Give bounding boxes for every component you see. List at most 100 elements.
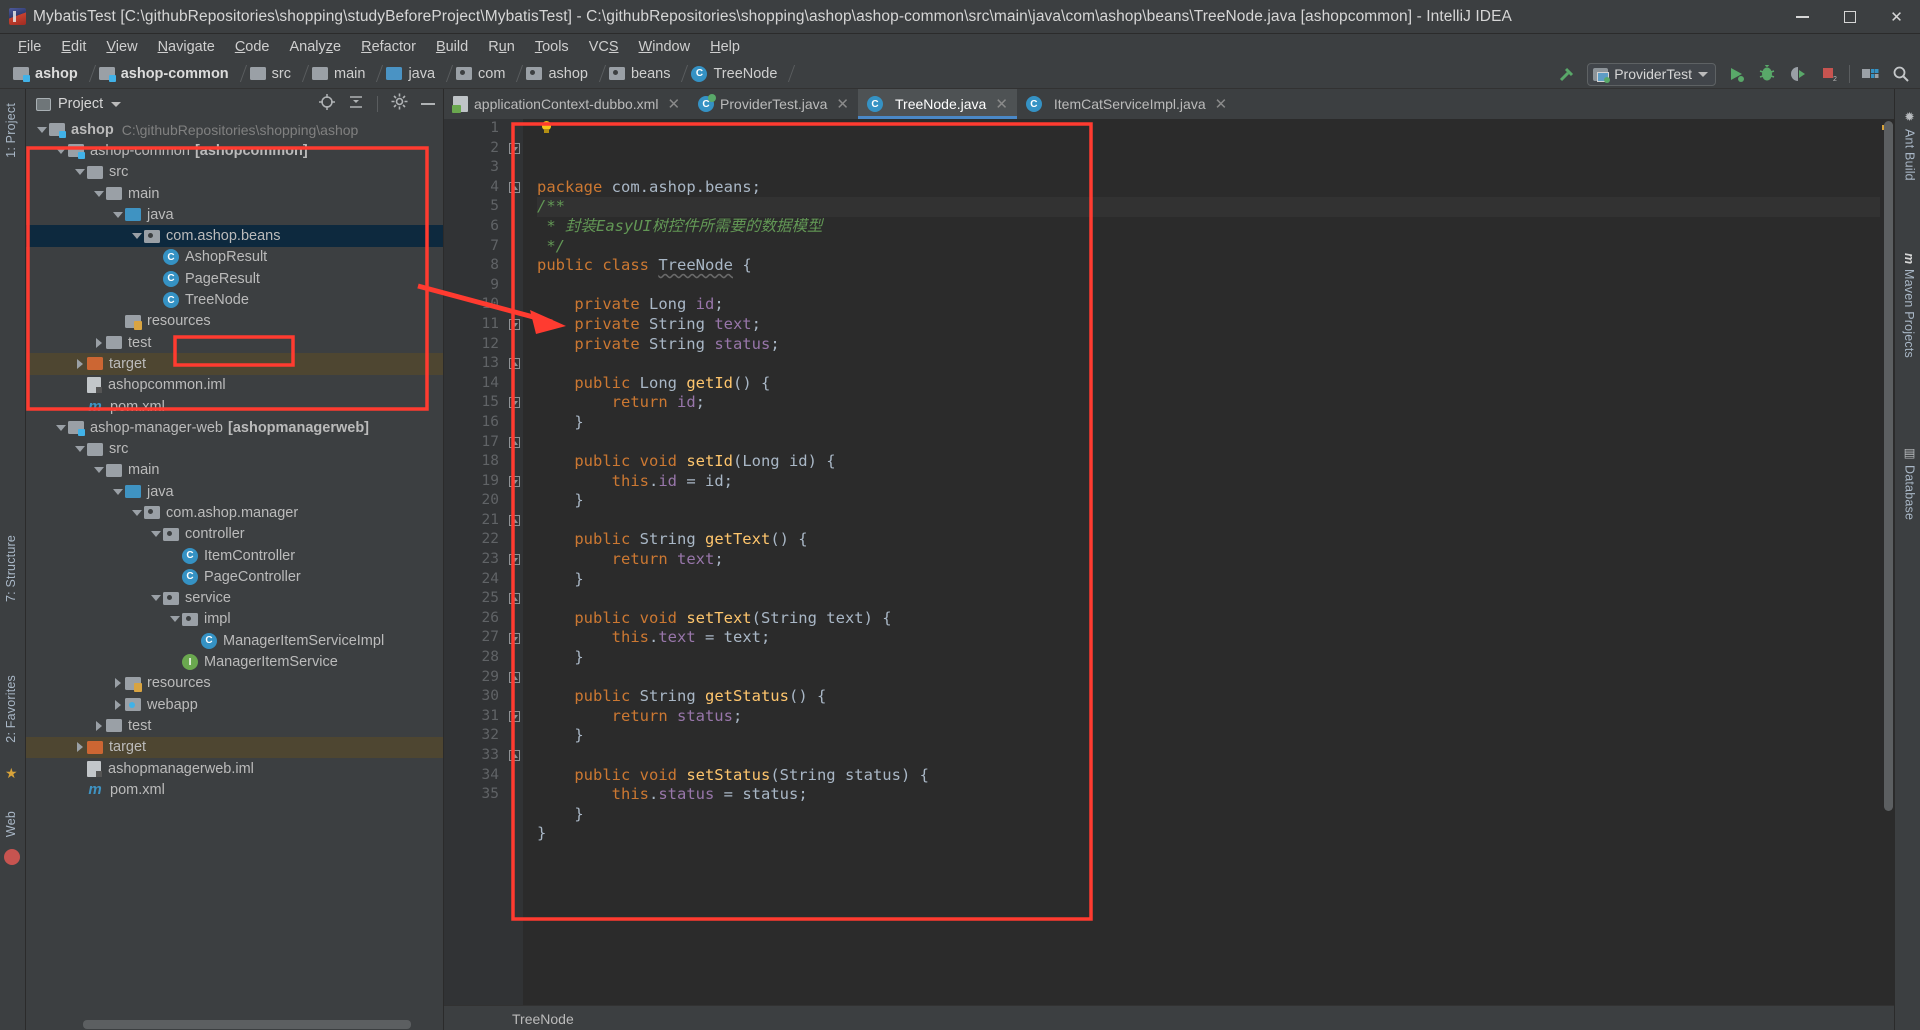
menu-item-navigate[interactable]: Navigate [148, 37, 225, 57]
code-line[interactable]: } [537, 824, 1880, 844]
code-line[interactable]: public String getText() { [537, 530, 1880, 550]
run-with-coverage-icon[interactable] [1787, 63, 1809, 85]
minimize-button[interactable] [1779, 0, 1826, 34]
fold-marker-up[interactable] [509, 671, 520, 683]
run-configuration-selector[interactable]: ProviderTest [1587, 62, 1716, 86]
tree-item-pom-xml[interactable]: m pom.xml [26, 779, 443, 800]
fold-marker-down[interactable] [509, 475, 520, 487]
tree-item-resources[interactable]: resources [26, 673, 443, 694]
fold-marker-down[interactable] [509, 554, 520, 566]
tree-item-service[interactable]: service [26, 588, 443, 609]
code-line[interactable]: package com.ashop.beans; [537, 178, 1880, 198]
search-everywhere-icon[interactable] [1890, 63, 1912, 85]
tree-item-java[interactable]: java [26, 204, 443, 225]
fold-marker-down[interactable] [509, 142, 520, 154]
code-line[interactable]: /** [537, 197, 1880, 217]
breadcrumb-item-main[interactable]: main [305, 62, 370, 86]
tree-item-target[interactable]: target [26, 736, 443, 758]
fold-marker-up[interactable] [509, 358, 520, 370]
chevron-right-icon[interactable] [110, 676, 125, 691]
close-icon[interactable]: ✕ [995, 95, 1008, 113]
tree-item-target[interactable]: target [26, 353, 443, 375]
close-icon[interactable]: ✕ [1215, 95, 1228, 113]
chevron-right-icon[interactable] [91, 335, 106, 350]
tree-item-com-ashop-manager[interactable]: com.ashop.manager [26, 502, 443, 523]
close-icon[interactable]: ✕ [667, 95, 680, 113]
code-line[interactable] [537, 844, 1880, 864]
code-line[interactable]: public void setText(String text) { [537, 609, 1880, 629]
chevron-down-icon[interactable] [111, 101, 122, 107]
project-tree[interactable]: ashop C:\githubRepositories\shopping\asho… [26, 119, 443, 996]
project-tree-horizontal-scrollbar[interactable] [83, 1020, 411, 1029]
fold-marker-down[interactable] [509, 319, 520, 330]
code-line[interactable]: this.status = status; [537, 785, 1880, 805]
intention-bulb-icon[interactable] [540, 121, 553, 135]
source-code[interactable]: package com.ashop.beans;/** * 封装EasyUI树控… [523, 119, 1880, 1005]
tree-item-resources[interactable]: resources [26, 311, 443, 332]
tool-tab-web[interactable]: Web [0, 805, 23, 843]
error-stripe-gutter[interactable] [1880, 119, 1894, 1005]
code-line[interactable]: } [537, 805, 1880, 825]
menu-item-analyze[interactable]: Analyze [280, 37, 352, 57]
code-line[interactable]: private String status; [537, 335, 1880, 355]
chevron-down-icon[interactable] [167, 612, 182, 627]
tree-item-test[interactable]: test [26, 715, 443, 736]
breadcrumb-item-src[interactable]: src [243, 62, 296, 86]
gear-icon[interactable] [391, 93, 408, 115]
tree-item-controller[interactable]: controller [26, 524, 443, 545]
code-line[interactable]: } [537, 570, 1880, 590]
menu-item-help[interactable]: Help [700, 37, 750, 57]
chevron-down-icon[interactable] [91, 186, 106, 201]
tree-item-ashopresult[interactable]: C AshopResult [26, 247, 443, 268]
hammer-build-icon[interactable] [1556, 63, 1578, 85]
code-line[interactable] [537, 354, 1880, 374]
code-line[interactable]: } [537, 726, 1880, 746]
tree-item-java[interactable]: java [26, 481, 443, 502]
editor-tab-providertest-java[interactable]: C ProviderTest.java ✕ [689, 89, 858, 119]
editor-tab-treenode-java[interactable]: C TreeNode.java ✕ [858, 89, 1017, 119]
tree-item-ashop-common[interactable]: ashop-common [ashopcommon] [26, 140, 443, 161]
tree-item-main[interactable]: main [26, 460, 443, 481]
tool-tab-project[interactable]: 1: Project [0, 97, 23, 164]
tree-item-ashopmanagerweb-iml[interactable]: ashopmanagerweb.iml [26, 758, 443, 779]
code-line[interactable]: public Long getId() { [537, 374, 1880, 394]
code-line[interactable] [537, 668, 1880, 688]
maximize-button[interactable] [1826, 0, 1873, 34]
code-line[interactable]: } [537, 413, 1880, 433]
tree-item-main[interactable]: main [26, 183, 443, 204]
chevron-down-icon[interactable] [110, 484, 125, 499]
collapse-all-icon[interactable] [348, 94, 364, 115]
code-line[interactable]: return text; [537, 550, 1880, 570]
menu-item-build[interactable]: Build [426, 37, 478, 57]
chevron-right-icon[interactable] [72, 740, 87, 755]
code-line[interactable]: private String text; [537, 315, 1880, 335]
tool-tab-ant-build[interactable]: ✹ Ant Build [1897, 103, 1920, 187]
tree-item-itemcontroller[interactable]: C ItemController [26, 545, 443, 566]
code-line[interactable] [537, 433, 1880, 453]
tree-item-test[interactable]: test [26, 332, 443, 353]
fold-marker-down[interactable] [509, 397, 520, 409]
code-line[interactable]: } [537, 648, 1880, 668]
breadcrumb-item-ashop[interactable]: ashop [519, 62, 593, 86]
code-line[interactable]: } [537, 491, 1880, 511]
code-line[interactable]: this.id = id; [537, 472, 1880, 492]
code-line[interactable] [537, 276, 1880, 296]
editor-tab-itemcatserviceimpl-java[interactable]: C ItemCatServiceImpl.java ✕ [1017, 89, 1236, 119]
menu-item-code[interactable]: Code [225, 37, 280, 57]
chevron-down-icon[interactable] [53, 420, 68, 435]
close-icon[interactable]: ✕ [836, 95, 849, 113]
fold-marker-up[interactable] [509, 181, 520, 193]
tree-item-com-ashop-beans[interactable]: com.ashop.beans [26, 225, 443, 247]
code-line[interactable]: return status; [537, 707, 1880, 727]
menu-item-window[interactable]: Window [629, 37, 701, 57]
editor-breadcrumb[interactable]: TreeNode [444, 1005, 1894, 1030]
code-folding-gutter[interactable] [506, 119, 523, 1005]
tree-item-src[interactable]: src [26, 162, 443, 183]
fold-marker-up[interactable] [509, 515, 520, 526]
fold-marker-up[interactable] [509, 593, 520, 605]
menu-item-refactor[interactable]: Refactor [351, 37, 426, 57]
tree-item-pageresult[interactable]: C PageResult [26, 268, 443, 289]
chevron-down-icon[interactable] [148, 527, 163, 542]
tree-item-ashopcommon-iml[interactable]: ashopcommon.iml [26, 375, 443, 396]
tool-tab-structure[interactable]: 7: Structure [0, 529, 23, 608]
